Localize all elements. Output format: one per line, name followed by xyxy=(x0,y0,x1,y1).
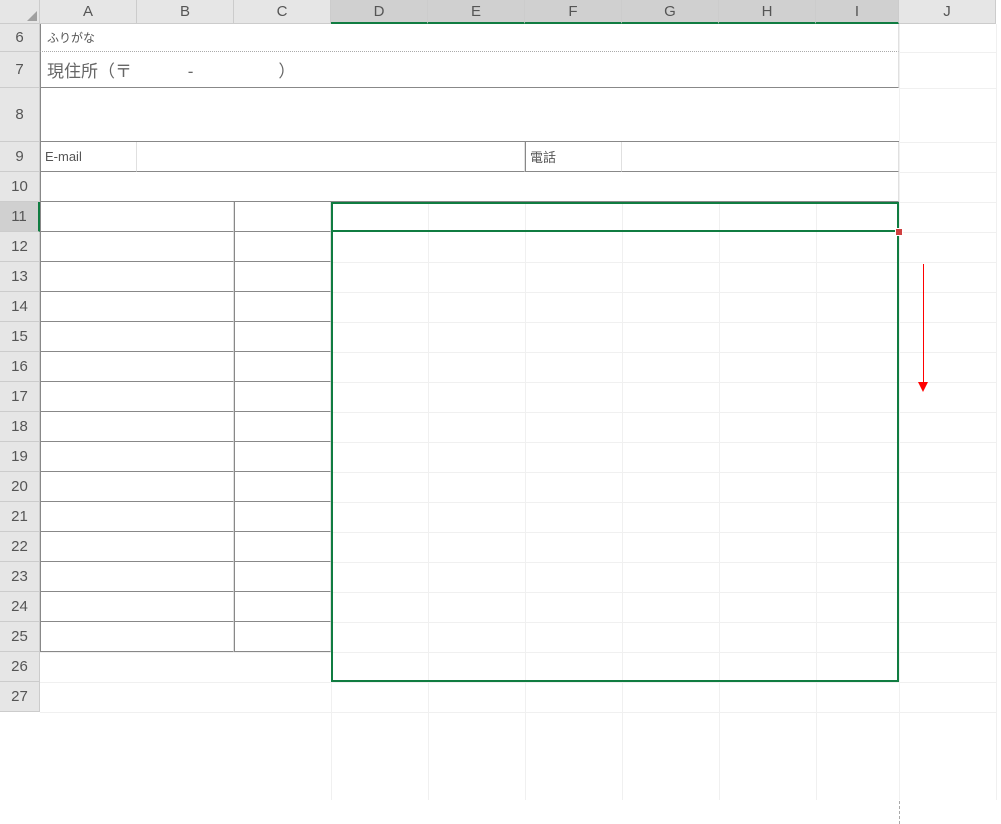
col-header-C[interactable]: C xyxy=(234,0,331,24)
cell-A19[interactable] xyxy=(40,442,234,472)
col-header-E[interactable]: E xyxy=(428,0,525,24)
cell-A24[interactable] xyxy=(40,592,234,622)
phone-label: 電話 xyxy=(530,147,556,166)
row-header-18[interactable]: 18 xyxy=(0,412,40,442)
cell-A9[interactable]: E-mail xyxy=(40,142,137,172)
col-header-G[interactable]: G xyxy=(622,0,719,24)
col-header-H[interactable]: H xyxy=(719,0,816,24)
select-all-corner[interactable] xyxy=(0,0,40,24)
row-header-8[interactable]: 8 xyxy=(0,88,40,142)
cell-A7[interactable]: 現住所（〒 - ） xyxy=(40,52,899,88)
cell-C11[interactable] xyxy=(234,202,331,232)
row-header-15[interactable]: 15 xyxy=(0,322,40,352)
row-header-24[interactable]: 24 xyxy=(0,592,40,622)
row-header-12[interactable]: 12 xyxy=(0,232,40,262)
row-header-10[interactable]: 10 xyxy=(0,172,40,202)
cell-C19[interactable] xyxy=(234,442,331,472)
row-header-27[interactable]: 27 xyxy=(0,682,40,712)
cell-A18[interactable] xyxy=(40,412,234,442)
row-header-26[interactable]: 26 xyxy=(0,652,40,682)
col-header-J[interactable]: J xyxy=(899,0,996,24)
cell-C13[interactable] xyxy=(234,262,331,292)
row-header-13[interactable]: 13 xyxy=(0,262,40,292)
column-headers-row: A B C D E F G H I J xyxy=(0,0,996,24)
furigana-label: ふりがな xyxy=(47,29,95,46)
row-header-17[interactable]: 17 xyxy=(0,382,40,412)
col-header-F[interactable]: F xyxy=(525,0,622,24)
row-header-25[interactable]: 25 xyxy=(0,622,40,652)
cell-C20[interactable] xyxy=(234,472,331,502)
cell-A25[interactable] xyxy=(40,622,234,652)
cell-A11[interactable] xyxy=(40,202,234,232)
row-header-21[interactable]: 21 xyxy=(0,502,40,532)
cell-A21[interactable] xyxy=(40,502,234,532)
cell-C21[interactable] xyxy=(234,502,331,532)
cell-G9-I9[interactable] xyxy=(622,142,899,172)
cell-C18[interactable] xyxy=(234,412,331,442)
row-headers-col: 6 7 8 9 10 11 12 13 14 15 16 17 18 19 20… xyxy=(0,24,40,712)
cell-A15[interactable] xyxy=(40,322,234,352)
cell-C16[interactable] xyxy=(234,352,331,382)
cell-A8[interactable] xyxy=(40,88,899,142)
row-header-7[interactable]: 7 xyxy=(0,52,40,88)
col-header-A[interactable]: A xyxy=(40,0,137,24)
cell-C23[interactable] xyxy=(234,562,331,592)
cell-A14[interactable] xyxy=(40,292,234,322)
col-header-D[interactable]: D xyxy=(331,0,428,24)
cell-C14[interactable] xyxy=(234,292,331,322)
print-boundary-line xyxy=(899,24,900,824)
row-header-9[interactable]: 9 xyxy=(0,142,40,172)
cell-A23[interactable] xyxy=(40,562,234,592)
cell-A6[interactable]: ふりがな xyxy=(40,24,899,52)
row-header-23[interactable]: 23 xyxy=(0,562,40,592)
cell-C24[interactable] xyxy=(234,592,331,622)
address-label: 現住所（〒 - ） xyxy=(47,57,295,82)
cell-C12[interactable] xyxy=(234,232,331,262)
col-header-B[interactable]: B xyxy=(137,0,234,24)
cell-A12[interactable] xyxy=(40,232,234,262)
cell-C15[interactable] xyxy=(234,322,331,352)
row-header-11[interactable]: 11 xyxy=(0,202,40,232)
cell-A17[interactable] xyxy=(40,382,234,412)
row-header-20[interactable]: 20 xyxy=(0,472,40,502)
cell-A22[interactable] xyxy=(40,532,234,562)
cell-C17[interactable] xyxy=(234,382,331,412)
email-label: E-mail xyxy=(45,149,82,164)
row-header-16[interactable]: 16 xyxy=(0,352,40,382)
cell-F9[interactable]: 電話 xyxy=(525,142,622,172)
row-header-6[interactable]: 6 xyxy=(0,24,40,52)
cell-B9-E9[interactable] xyxy=(137,142,525,172)
spreadsheet-grid: A B C D E F G H I J 6 7 8 9 10 11 12 13 … xyxy=(0,0,1001,800)
merged-D11-I25[interactable] xyxy=(331,202,899,652)
cell-C25[interactable] xyxy=(234,622,331,652)
col-header-I[interactable]: I xyxy=(816,0,899,24)
cell-C22[interactable] xyxy=(234,532,331,562)
row-header-14[interactable]: 14 xyxy=(0,292,40,322)
row-header-19[interactable]: 19 xyxy=(0,442,40,472)
cell-A20[interactable] xyxy=(40,472,234,502)
cell-A10[interactable] xyxy=(40,172,899,202)
cell-A13[interactable] xyxy=(40,262,234,292)
row-header-22[interactable]: 22 xyxy=(0,532,40,562)
cell-A16[interactable] xyxy=(40,352,234,382)
